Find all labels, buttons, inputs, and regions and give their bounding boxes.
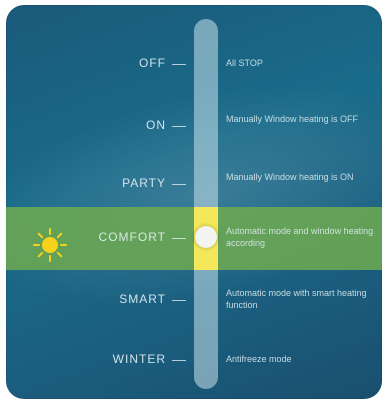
mode-desc-off: All STOP bbox=[226, 58, 263, 68]
mode-row-winter[interactable]: WINTER Antifreeze mode bbox=[6, 345, 382, 375]
mode-tick-party bbox=[172, 184, 186, 185]
mode-desc-smart: Automatic mode with smart heating functi… bbox=[226, 288, 367, 310]
mode-row-smart[interactable]: SMART Automatic mode with smart heating … bbox=[6, 285, 382, 315]
mode-row-comfort[interactable]: COMFORT Automatic mode and window heatin… bbox=[6, 223, 382, 253]
mode-desc-winter: Antifreeze mode bbox=[226, 354, 292, 364]
mode-desc-on: Manually Window heating is OFF bbox=[226, 114, 359, 124]
mode-desc-party: Manually Window heating is ON bbox=[226, 172, 354, 182]
mode-label-smart[interactable]: SMART bbox=[119, 292, 166, 306]
mode-label-on[interactable]: ON bbox=[146, 118, 166, 132]
mode-tick-comfort bbox=[172, 238, 186, 239]
mode-label-winter[interactable]: WINTER bbox=[113, 352, 166, 366]
mode-row-off[interactable]: OFF All STOP bbox=[6, 49, 382, 79]
mode-label-party[interactable]: PARTY bbox=[122, 176, 166, 190]
mode-tick-on bbox=[172, 126, 186, 127]
mode-row-on[interactable]: ON Manually Window heating is OFF bbox=[6, 111, 382, 141]
mode-tick-smart bbox=[172, 300, 186, 301]
mode-tick-winter bbox=[172, 360, 186, 361]
mode-label-off[interactable]: OFF bbox=[139, 56, 166, 70]
mode-row-party[interactable]: PARTY Manually Window heating is ON bbox=[6, 169, 382, 199]
mode-label-comfort[interactable]: COMFORT bbox=[99, 230, 166, 244]
mode-selector-panel: OFF All STOP ON Manually Window heating … bbox=[6, 5, 382, 399]
mode-tick-off bbox=[172, 64, 186, 65]
mode-desc-comfort: Automatic mode and window heating accord… bbox=[226, 226, 374, 248]
